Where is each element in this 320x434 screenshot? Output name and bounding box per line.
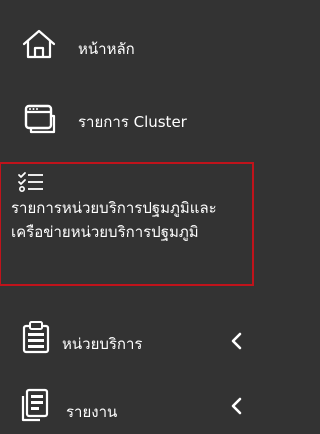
sidebar-item-reports[interactable]: รายงาน bbox=[0, 378, 254, 434]
sidebar-item-label: รายงาน bbox=[66, 403, 118, 421]
report-icon bbox=[21, 388, 49, 422]
sidebar-item-home[interactable]: หน้าหลัก bbox=[0, 20, 254, 76]
sidebar-item-cluster[interactable]: รายการ Cluster bbox=[0, 92, 254, 152]
sidebar-item-label: หน่วยบริการ bbox=[62, 335, 143, 353]
sidebar-item-label: รายการหน่วยบริการปฐมภูมิและเครือข่ายหน่ว… bbox=[11, 199, 217, 241]
window-icon bbox=[24, 104, 56, 134]
chevron-left-icon[interactable] bbox=[230, 331, 244, 351]
sidebar-item-label: หน้าหลัก bbox=[78, 40, 135, 58]
clipboard-icon bbox=[22, 321, 50, 354]
sidebar-nav: หน้าหลัก รายการ Cluster รายการหน่วยบริกา… bbox=[0, 0, 254, 434]
sidebar-item-label: รายการ Cluster bbox=[78, 113, 187, 131]
checklist-icon bbox=[18, 172, 43, 193]
chevron-left-icon[interactable] bbox=[230, 396, 244, 416]
sidebar-item-service-units[interactable]: หน่วยบริการ bbox=[0, 306, 254, 364]
home-icon bbox=[22, 29, 56, 59]
sidebar-item-primary-care-units[interactable]: รายการหน่วยบริการปฐมภูมิและเครือข่ายหน่ว… bbox=[0, 162, 254, 286]
